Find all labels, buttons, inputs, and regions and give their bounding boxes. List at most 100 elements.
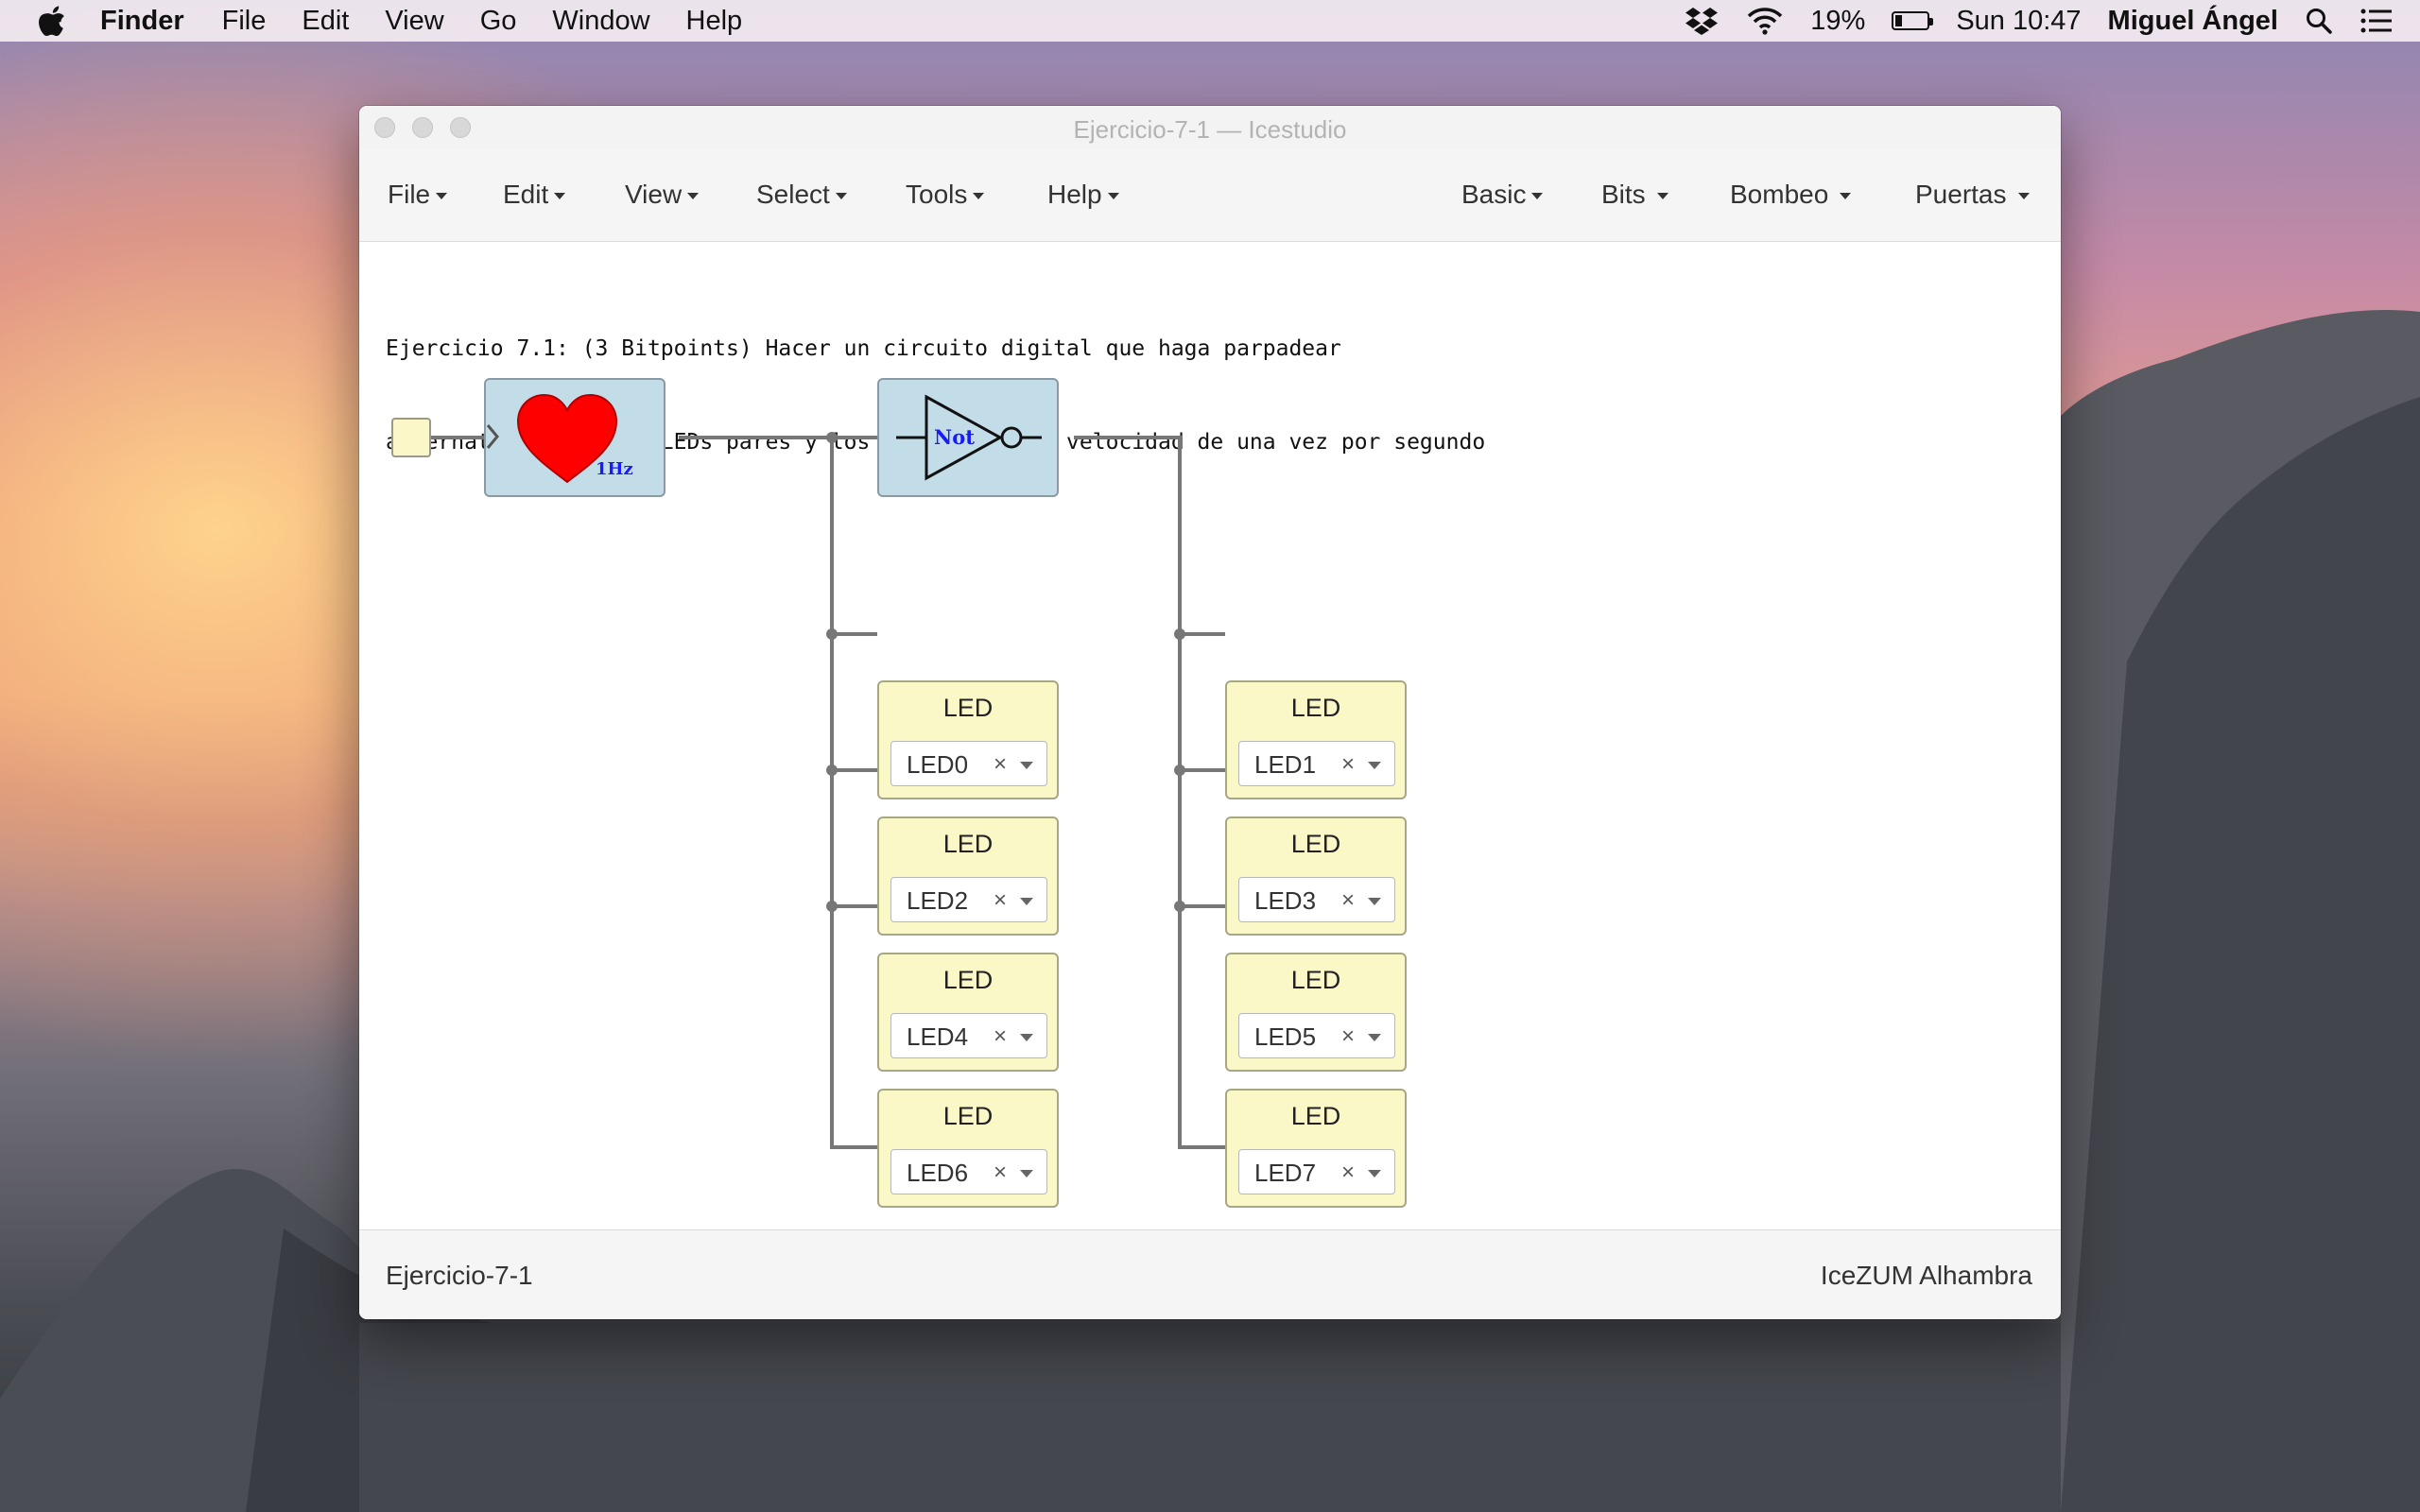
menubar-view[interactable]: View	[385, 6, 443, 37]
caret-down-icon	[973, 193, 985, 200]
menu-file[interactable]: File	[388, 180, 448, 210]
menu-help-label: Help	[1047, 180, 1102, 209]
led-block-title: LED	[942, 694, 994, 722]
wire-junction	[826, 765, 838, 776]
heart-frequency-label: 1Hz	[596, 459, 633, 479]
menubar-window[interactable]: Window	[552, 6, 649, 37]
caret-down-icon	[835, 193, 847, 200]
dropdown-arrow-icon[interactable]	[1020, 1034, 1033, 1041]
clear-selection-icon[interactable]: ×	[1341, 1160, 1355, 1186]
wifi-icon[interactable]	[1746, 7, 1784, 35]
led-block[interactable]: LED LED4 ×	[877, 953, 1059, 1072]
led-pin-value: LED3	[1254, 886, 1317, 915]
led-pin-select[interactable]: LED3 ×	[1238, 877, 1395, 922]
menubar-help[interactable]: Help	[686, 6, 743, 37]
caret-down-icon	[554, 193, 566, 200]
wire-junction	[826, 432, 838, 443]
menubar-edit[interactable]: Edit	[302, 6, 349, 37]
menu-puertas-label: Puertas	[1915, 180, 2007, 209]
menubar-status-area: 19% Sun 10:47 Miguel Ángel	[1684, 0, 2420, 42]
clear-selection-icon[interactable]: ×	[994, 751, 1007, 778]
led-block[interactable]: LED LED2 ×	[877, 816, 1059, 936]
menu-select-label: Select	[756, 180, 830, 209]
not-gate-label: Not	[934, 425, 975, 449]
led-block[interactable]: LED LED1 ×	[1225, 680, 1407, 799]
dropdown-arrow-icon[interactable]	[1368, 1170, 1381, 1177]
led-pin-value: LED4	[907, 1022, 969, 1051]
led-block[interactable]: LED LED6 ×	[877, 1089, 1059, 1208]
led-block[interactable]: LED LED0 ×	[877, 680, 1059, 799]
menu-help[interactable]: Help	[1047, 180, 1119, 210]
wire	[1074, 436, 1225, 1149]
dropbox-icon[interactable]	[1684, 6, 1720, 36]
heart-icon: 1Hz	[486, 393, 633, 484]
led-pin-select[interactable]: LED7 ×	[1238, 1149, 1395, 1194]
menubar-user[interactable]: Miguel Ángel	[2108, 6, 2278, 37]
led-block[interactable]: LED LED3 ×	[1225, 816, 1407, 936]
led-block[interactable]: LED LED7 ×	[1225, 1089, 1407, 1208]
clear-selection-icon[interactable]: ×	[994, 1023, 1007, 1050]
led-pin-select[interactable]: LED5 ×	[1238, 1013, 1395, 1058]
caret-down-icon	[1107, 193, 1119, 200]
apple-icon[interactable]	[38, 5, 66, 37]
menu-tools[interactable]: Tools	[906, 180, 985, 210]
menu-basic[interactable]: Basic	[1461, 180, 1544, 210]
wire-junction	[1174, 765, 1185, 776]
led-block-title: LED	[1290, 830, 1341, 858]
circuit-canvas[interactable]: Ejercicio 7.1: (3 Bitpoints) Hacer un ci…	[359, 243, 2061, 1229]
spotlight-search-icon[interactable]	[2305, 7, 2333, 35]
caret-down-icon	[1656, 193, 1668, 200]
menu-tools-label: Tools	[906, 180, 968, 209]
caret-down-icon	[1840, 193, 1852, 200]
window-title: Ejercicio-7-1 — Icestudio	[1073, 115, 1347, 144]
led-block-title: LED	[942, 830, 994, 858]
led-pin-select[interactable]: LED2 ×	[890, 877, 1047, 922]
clear-selection-icon[interactable]: ×	[1341, 887, 1355, 914]
board-name[interactable]: IceZUM Alhambra	[1821, 1261, 2032, 1291]
led-pin-select[interactable]: LED4 ×	[890, 1013, 1047, 1058]
menubar-go[interactable]: Go	[480, 6, 517, 37]
app-menubar: File Edit View Select Tools Help Basic B…	[359, 149, 2061, 242]
led-pin-value: LED2	[907, 886, 969, 915]
dropdown-arrow-icon[interactable]	[1368, 1034, 1381, 1041]
led-pin-value: LED7	[1254, 1159, 1317, 1187]
dropdown-arrow-icon[interactable]	[1020, 762, 1033, 769]
menu-puertas[interactable]: Puertas	[1915, 180, 2030, 210]
menubar-clock[interactable]: Sun 10:47	[1956, 6, 2081, 37]
led-pin-select[interactable]: LED0 ×	[890, 741, 1047, 786]
window-titlebar[interactable]: Ejercicio-7-1 — Icestudio	[359, 106, 2061, 149]
dropdown-arrow-icon[interactable]	[1368, 898, 1381, 905]
menu-bombeo[interactable]: Bombeo	[1730, 180, 1852, 210]
clear-selection-icon[interactable]: ×	[994, 887, 1007, 914]
dropdown-arrow-icon[interactable]	[1020, 898, 1033, 905]
menubar-app-name[interactable]: Finder	[100, 6, 184, 37]
icestudio-window: Ejercicio-7-1 — Icestudio File Edit View…	[359, 106, 2061, 1319]
dropdown-arrow-icon[interactable]	[1020, 1170, 1033, 1177]
wire-junction	[826, 628, 838, 640]
heart-1hz-block[interactable]: 1Hz	[484, 378, 666, 497]
battery-icon[interactable]	[1892, 11, 1934, 30]
input-port[interactable]	[391, 418, 431, 457]
menu-edit-label: Edit	[503, 180, 549, 209]
caret-down-icon	[1531, 193, 1544, 200]
clear-selection-icon[interactable]: ×	[994, 1160, 1007, 1186]
menu-edit[interactable]: Edit	[503, 180, 566, 210]
notification-center-icon[interactable]	[2360, 8, 2394, 34]
menu-bits-label: Bits	[1601, 180, 1646, 209]
not-gate-icon: Not	[896, 394, 1042, 481]
wire	[830, 438, 877, 1149]
not-gate-block[interactable]: Not	[877, 378, 1059, 497]
clear-selection-icon[interactable]: ×	[1341, 751, 1355, 778]
menu-bits[interactable]: Bits	[1601, 180, 1668, 210]
project-name: Ejercicio-7-1	[386, 1261, 533, 1290]
clear-selection-icon[interactable]: ×	[1341, 1023, 1355, 1050]
led-pin-select[interactable]: LED6 ×	[890, 1149, 1047, 1194]
wire-junction	[1174, 628, 1185, 640]
dropdown-arrow-icon[interactable]	[1368, 762, 1381, 769]
led-pin-select[interactable]: LED1 ×	[1238, 741, 1395, 786]
led-block[interactable]: LED LED5 ×	[1225, 953, 1407, 1072]
menu-select[interactable]: Select	[756, 180, 847, 210]
menu-view[interactable]: View	[625, 180, 700, 210]
led-pin-value: LED1	[1254, 750, 1317, 779]
menubar-file[interactable]: File	[222, 6, 267, 37]
